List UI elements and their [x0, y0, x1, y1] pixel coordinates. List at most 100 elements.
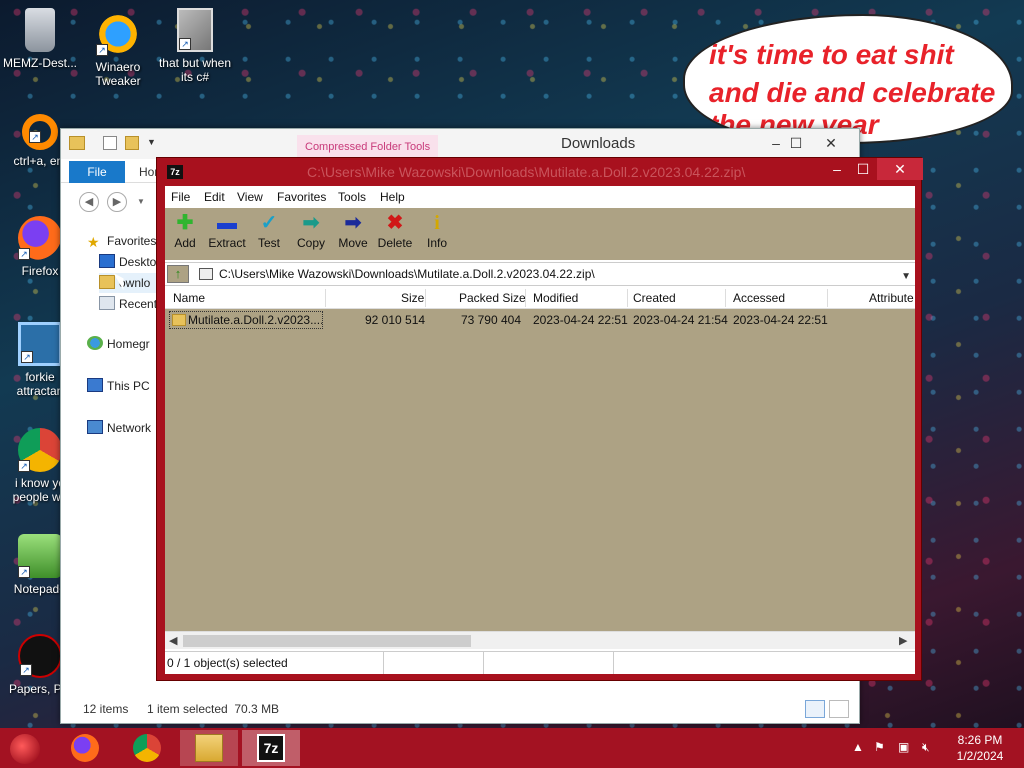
info-button[interactable]: i Info [416, 212, 458, 250]
close-button[interactable]: ✕ [816, 133, 846, 153]
desktop-icon-that-but-when[interactable]: ↗ that but when its c# [155, 8, 235, 84]
menu-tools[interactable]: Tools [338, 190, 366, 204]
maximize-button[interactable]: ☐ [781, 133, 811, 153]
column-divider[interactable] [725, 289, 726, 307]
tree-item-favorites[interactable]: ★ Favorites [87, 231, 156, 251]
add-button[interactable]: ✚ Add [164, 212, 206, 250]
file-name-cell[interactable]: Mutilate.a.Doll.2.v2023.... [169, 311, 323, 329]
desktop-icon-label: forkie attractan [16, 370, 64, 398]
start-button[interactable] [10, 734, 40, 764]
firefox-icon [71, 734, 99, 762]
address-input[interactable]: C:\Users\Mike Wazowski\Downloads\Mutilat… [199, 265, 915, 283]
scrollbar-thumb[interactable] [183, 635, 471, 647]
column-divider[interactable] [627, 289, 628, 307]
desktop-icon-label: Winaero Tweaker [95, 60, 141, 88]
tree-item-homegroup[interactable]: Homegr [87, 334, 150, 354]
speech-bubble: it's time to eat shit and die and celebr… [683, 14, 1013, 144]
taskbar-chrome[interactable] [118, 730, 176, 766]
window-title: C:\Users\Mike Wazowski\Downloads\Mutilat… [307, 164, 746, 180]
window-stack-icon: ↗ [177, 8, 213, 52]
column-created[interactable]: Created [633, 291, 676, 305]
menu-file[interactable]: File [171, 190, 190, 204]
archive-icon [199, 268, 213, 280]
minus-icon: ▬ [217, 212, 237, 234]
test-button[interactable]: ✓ Test [248, 212, 290, 250]
desktop-icon-label: that but when its c# [158, 56, 232, 84]
created-cell: 2023-04-24 21:54 [633, 313, 728, 327]
details-view-button[interactable] [805, 700, 825, 718]
menu-favorites[interactable]: Favorites [277, 190, 326, 204]
desktop-icon-winaero[interactable]: ↗ Winaero Tweaker [78, 12, 158, 88]
maximize-button[interactable]: ☐ [851, 158, 875, 180]
copy-button[interactable]: ➡ Copy [290, 212, 332, 250]
compressed-folder-tools-tab[interactable]: Compressed Folder Tools [297, 135, 439, 159]
horizontal-scrollbar[interactable]: ◀ ▶ [165, 631, 915, 649]
column-packed-size[interactable]: Packed Size [459, 291, 526, 305]
menu-help[interactable]: Help [380, 190, 405, 204]
forward-button[interactable]: ▶ [107, 192, 127, 212]
firefox-icon: ↗ [18, 216, 62, 260]
properties-icon[interactable] [103, 136, 117, 150]
taskbar-7zip[interactable]: 7z [242, 730, 300, 766]
shortcut-arrow-icon: ↗ [18, 460, 30, 472]
new-folder-icon[interactable] [125, 136, 139, 150]
tree-item-network[interactable]: Network [87, 418, 151, 438]
extract-button[interactable]: ▬ Extract [206, 212, 248, 250]
desktop-icon-label: MEMZ-Dest... [3, 56, 77, 70]
7zip-titlebar[interactable]: 7z C:\Users\Mike Wazowski\Downloads\Muti… [157, 158, 923, 186]
move-button[interactable]: ➡ Move [332, 212, 374, 250]
move-arrow-icon: ➡ [344, 212, 362, 234]
tree-item-this-pc[interactable]: This PC [87, 376, 150, 396]
folder-icon [69, 136, 85, 150]
column-attributes[interactable]: Attribute [869, 291, 914, 305]
column-divider[interactable] [827, 289, 828, 307]
scroll-right-arrow-icon[interactable]: ▶ [899, 634, 907, 647]
recent-icon [99, 296, 115, 310]
toolbar: ✚ Add ▬ Extract ✓ Test ➡ Copy ➡ Move ✖ Delete … [165, 208, 915, 260]
chevron-down-icon[interactable]: ▼ [901, 268, 911, 286]
7zip-icon: 7z [257, 734, 285, 762]
column-divider[interactable] [525, 289, 526, 307]
taskbar-firefox[interactable] [56, 730, 114, 766]
chevron-down-icon[interactable]: ▼ [137, 197, 145, 206]
status-divider [613, 652, 614, 674]
packed-size-cell: 73 790 404 [460, 313, 521, 327]
up-folder-button[interactable]: ↑ [167, 265, 189, 283]
network-icon [87, 420, 103, 434]
7zip-window[interactable]: 7z C:\Users\Mike Wazowski\Downloads\Muti… [156, 157, 923, 681]
table-row[interactable]: Mutilate.a.Doll.2.v2023.... 92 010 514 7… [165, 310, 915, 330]
menu-bar: File Edit View Favorites Tools Help [165, 186, 915, 208]
system-clock[interactable]: 8:26 PM 1/2/2024 [950, 732, 1010, 764]
large-icons-view-button[interactable] [829, 700, 849, 718]
chevron-down-icon[interactable]: ▼ [147, 137, 156, 147]
column-accessed[interactable]: Accessed [733, 291, 785, 305]
tree-item-desktop[interactable]: Deskto [99, 252, 156, 272]
desktop-icon-memz[interactable]: MEMZ-Dest... [0, 8, 80, 70]
delete-x-icon: ✖ [386, 212, 404, 234]
shortcut-arrow-icon: ↗ [29, 131, 41, 143]
taskbar-file-explorer[interactable] [180, 730, 238, 766]
show-hidden-icons-button[interactable]: ▲ [852, 740, 864, 754]
column-size[interactable]: Size [401, 291, 424, 305]
column-name[interactable]: Name [173, 291, 205, 305]
column-modified[interactable]: Modified [533, 291, 578, 305]
column-divider[interactable] [425, 289, 426, 307]
desktop-icon-label: Notepad+ [13, 582, 67, 596]
menu-edit[interactable]: Edit [204, 190, 225, 204]
column-divider[interactable] [325, 289, 326, 307]
menu-view[interactable]: View [237, 190, 263, 204]
file-tab[interactable]: File [69, 161, 125, 183]
plus-icon: ✚ [176, 212, 194, 234]
close-button[interactable]: ✕ [877, 158, 923, 180]
explorer-titlebar[interactable]: ▼ Compressed Folder Tools Downloads – ☐ … [61, 129, 859, 159]
scroll-left-arrow-icon[interactable]: ◀ [169, 634, 177, 647]
network-icon[interactable]: ▣ [898, 740, 909, 754]
delete-button[interactable]: ✖ Delete [374, 212, 416, 250]
file-list[interactable]: Name Size Packed Size Modified Created A… [165, 287, 915, 631]
folder-icon [172, 314, 186, 326]
volume-muted-icon[interactable]: 🔇︎ [922, 740, 930, 755]
tree-item-recent[interactable]: Recent [99, 294, 157, 314]
action-center-flag-icon[interactable]: ⚑ [874, 740, 885, 754]
back-button[interactable]: ◀ [79, 192, 99, 212]
minimize-button[interactable]: – [825, 158, 849, 180]
